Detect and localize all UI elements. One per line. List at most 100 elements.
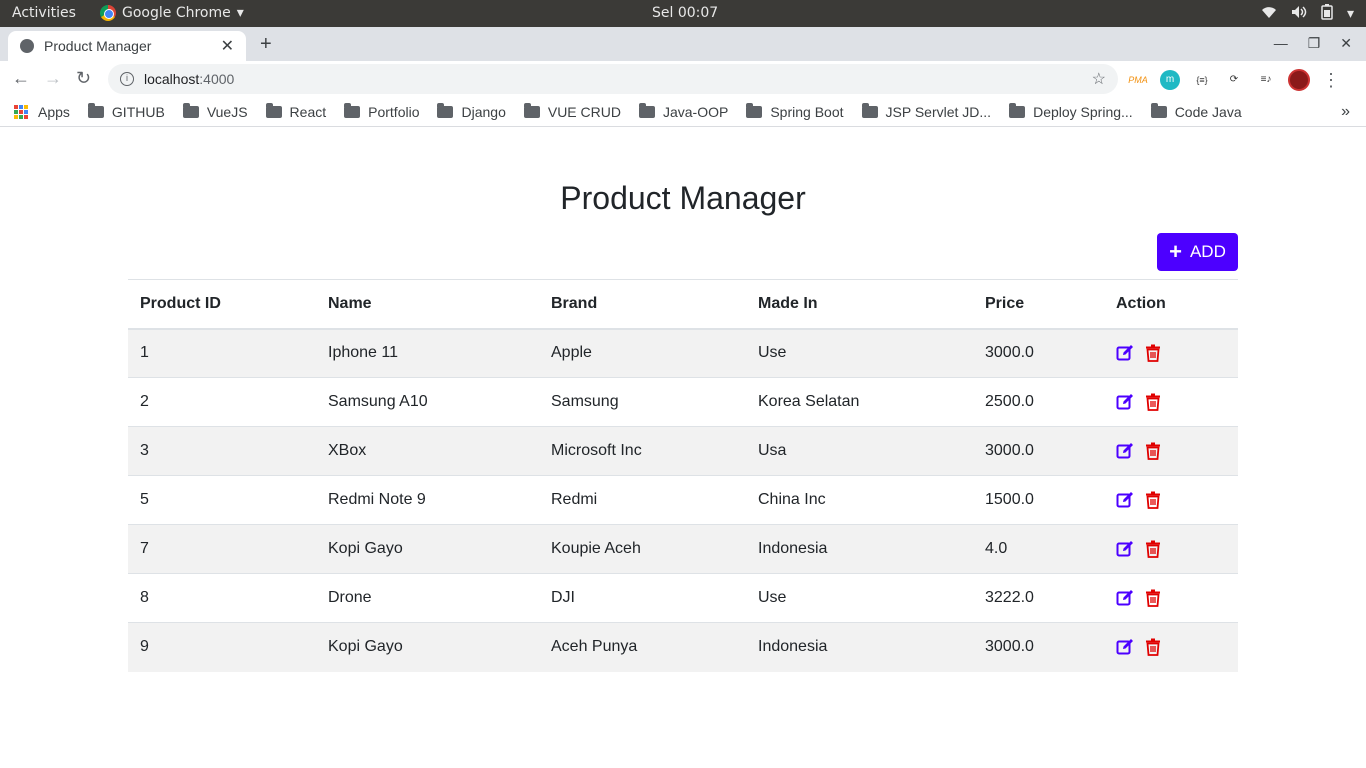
bookmark-folder[interactable]: Portfolio — [344, 102, 419, 120]
new-tab-button[interactable]: + — [260, 33, 272, 56]
cell-made-in: Indonesia — [746, 622, 973, 672]
bookmark-star-icon[interactable]: ☆ — [1092, 69, 1106, 89]
table-row: 7 Kopi Gayo Koupie Aceh Indonesia 4.0 — [128, 524, 1238, 574]
trash-icon[interactable] — [1144, 393, 1162, 411]
sync-extension-icon[interactable]: ⟳ — [1224, 70, 1244, 90]
avatar[interactable] — [1288, 69, 1310, 91]
cell-made-in: Indonesia — [746, 524, 973, 574]
bookmark-folder[interactable]: JSP Servlet JD... — [861, 102, 992, 120]
folder-icon — [523, 102, 540, 118]
edit-icon[interactable] — [1116, 638, 1134, 656]
row-actions — [1116, 393, 1238, 411]
table-row: 8 Drone DJI Use 3222.0 — [128, 573, 1238, 623]
bookmark-label: Spring Boot — [770, 103, 844, 120]
bookmark-folder[interactable]: Django — [437, 102, 506, 120]
edit-icon[interactable] — [1116, 393, 1134, 411]
products-table: Product ID Name Brand Made In Price Acti… — [128, 279, 1238, 672]
folder-icon — [182, 102, 199, 118]
trash-icon[interactable] — [1144, 344, 1162, 363]
bookmark-folder[interactable]: VUE CRUD — [523, 102, 621, 120]
cell-name: Kopi Gayo — [316, 622, 539, 672]
window-controls: — ❐ ✕ — [1274, 35, 1352, 52]
extensions: PMA m {≡} ⟳ ≡♪ ⋮ — [1128, 69, 1340, 91]
close-tab-icon[interactable]: ✕ — [221, 36, 234, 56]
media-icon[interactable]: ≡♪ — [1256, 70, 1276, 90]
chevron-down-icon: ▾ — [1346, 6, 1354, 22]
minimize-icon[interactable]: — — [1274, 35, 1288, 52]
row-actions — [1116, 540, 1238, 558]
trash-icon[interactable] — [1144, 638, 1162, 657]
more-bookmarks-icon[interactable]: » — [1341, 103, 1350, 121]
menu-icon[interactable]: ⋮ — [1322, 70, 1340, 91]
apps-grid-icon — [14, 104, 28, 119]
tab-product-manager[interactable]: Product Manager ✕ — [8, 31, 246, 61]
activities-button[interactable]: Activities — [12, 5, 76, 21]
edit-icon[interactable] — [1116, 344, 1134, 362]
system-tray[interactable]: ▾ — [1261, 4, 1354, 24]
add-button-label: ADD — [1189, 242, 1226, 261]
cell-actions — [1104, 524, 1238, 574]
trash-icon[interactable] — [1144, 491, 1162, 509]
cell-made-in: China Inc — [746, 475, 973, 525]
cell-made-in: Use — [746, 573, 973, 623]
bookmark-label: React — [289, 103, 327, 120]
back-icon[interactable]: ← — [12, 68, 30, 89]
bookmark-folder[interactable]: GITHUB — [87, 102, 165, 120]
edit-icon[interactable] — [1116, 491, 1134, 509]
bookmark-folder[interactable]: Code Java — [1150, 102, 1242, 120]
cell-brand: DJI — [539, 573, 746, 623]
forward-icon[interactable]: → — [44, 68, 62, 89]
folder-icon — [638, 102, 655, 118]
cell-actions — [1104, 426, 1238, 476]
edit-icon[interactable] — [1116, 442, 1134, 460]
browser-toolbar: ← → ↻ i localhost :4000 ☆ PMA m {≡} ⟳ ≡♪… — [0, 61, 1366, 97]
bookmark-apps[interactable]: Apps — [14, 104, 70, 120]
cell-id: 5 — [128, 475, 316, 525]
clock[interactable]: Sel 00:07 — [652, 5, 718, 21]
bookmark-folder[interactable]: React — [265, 102, 327, 120]
address-bar[interactable]: i localhost :4000 ☆ — [108, 64, 1118, 94]
bookmark-label: Deploy Spring... — [1033, 103, 1133, 120]
url-port: :4000 — [199, 71, 235, 87]
bookmark-folder[interactable]: Deploy Spring... — [1009, 102, 1133, 120]
row-actions — [1116, 589, 1238, 607]
column-header: Price — [973, 279, 1104, 330]
cell-brand: Redmi — [539, 475, 746, 525]
bookmark-label: Code Java — [1174, 103, 1242, 120]
cell-price: 3222.0 — [973, 573, 1104, 623]
cell-name: Drone — [316, 573, 539, 623]
folder-icon — [437, 102, 454, 118]
bookmark-folder[interactable]: Java-OOP — [638, 102, 728, 120]
add-product-button[interactable]: + ADD — [1157, 233, 1238, 271]
tab-strip: Product Manager ✕ + — ❐ ✕ — [0, 27, 1366, 61]
app-menu[interactable]: Google Chrome ▾ — [100, 5, 244, 21]
cell-actions — [1104, 377, 1238, 427]
cell-name: Samsung A10 — [316, 377, 539, 427]
json-extension-icon[interactable]: {≡} — [1192, 70, 1212, 90]
trash-icon[interactable] — [1144, 442, 1162, 460]
trash-icon[interactable] — [1144, 589, 1162, 607]
trash-icon[interactable] — [1144, 540, 1162, 558]
globe-icon — [20, 39, 34, 53]
maximize-icon[interactable]: ❐ — [1308, 35, 1321, 52]
close-window-icon[interactable]: ✕ — [1340, 35, 1352, 52]
folder-icon — [265, 102, 282, 118]
bookmark-folder[interactable]: Spring Boot — [746, 102, 844, 120]
bookmark-label: VueJS — [206, 103, 248, 120]
tab-title: Product Manager — [44, 38, 152, 54]
cell-price: 3000.0 — [973, 328, 1104, 378]
m-extension-icon[interactable]: m — [1160, 70, 1180, 90]
edit-icon[interactable] — [1116, 540, 1134, 558]
bookmarks-bar: Apps GITHUB VueJS React Portfolio Django… — [0, 97, 1366, 127]
folder-icon — [1009, 102, 1026, 118]
battery-icon — [1321, 4, 1333, 24]
bookmark-label: JSP Servlet JD... — [885, 103, 992, 120]
cell-price: 2500.0 — [973, 377, 1104, 427]
table-row: 5 Redmi Note 9 Redmi China Inc 1500.0 — [128, 475, 1238, 525]
reload-icon[interactable]: ↻ — [76, 68, 91, 89]
phpmyadmin-extension-icon[interactable]: PMA — [1128, 70, 1148, 90]
info-icon[interactable]: i — [120, 72, 134, 86]
edit-icon[interactable] — [1116, 589, 1134, 607]
table-row: 2 Samsung A10 Samsung Korea Selatan 2500.0 — [128, 377, 1238, 427]
bookmark-folder[interactable]: VueJS — [182, 102, 248, 120]
